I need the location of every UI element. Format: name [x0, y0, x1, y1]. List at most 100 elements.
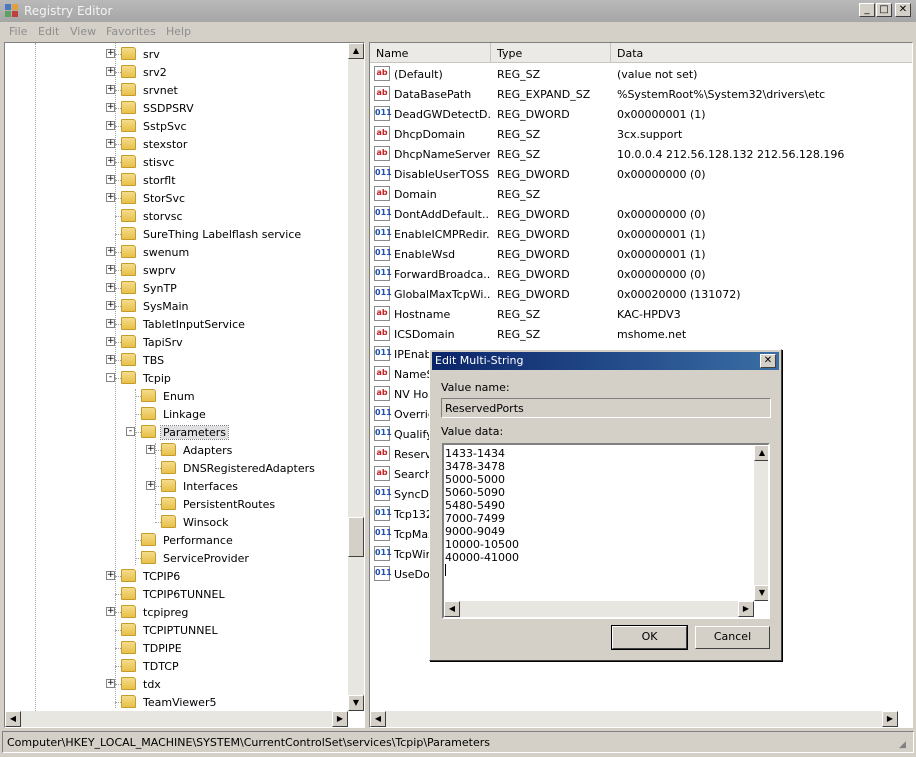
value-row[interactable]: ab DhcpNameServer REG_SZ 10.0.0.4 212.56.12…	[370, 144, 912, 164]
menu-view[interactable]: View	[70, 25, 96, 38]
tree-scroll-up-button[interactable]: ▲	[348, 43, 364, 59]
list-horizontal-scrollbar[interactable]	[370, 711, 898, 727]
tree-node[interactable]: + storflt	[5, 171, 345, 189]
value-row[interactable]: 011 EnableWsd REG_DWORD 0x00000001 (1)	[370, 244, 912, 264]
tree-node[interactable]: SureThing Labelflash service	[5, 225, 345, 243]
tree-node[interactable]: Performance	[5, 531, 345, 549]
collapse-icon[interactable]: -	[126, 427, 135, 436]
tree-node[interactable]: - Parameters	[5, 423, 345, 441]
tree-node[interactable]: + SysMain	[5, 297, 345, 315]
value-row[interactable]: ab DhcpDomain REG_SZ 3cx.support	[370, 124, 912, 144]
expand-icon[interactable]: +	[106, 247, 115, 256]
expand-icon[interactable]: +	[106, 679, 115, 688]
data-vertical-scrollbar[interactable]	[754, 445, 768, 601]
key-tree-pane[interactable]: + srv + srv2 + srvnet + SSDPSRV + SstpSvc + stexsto…	[4, 42, 365, 728]
tree-horizontal-scrollbar[interactable]	[5, 711, 348, 727]
tree-node[interactable]: ServiceProvider	[5, 549, 345, 567]
value-row[interactable]: 011 ForwardBroadca... REG_DWORD 0x00000000 …	[370, 264, 912, 284]
tree-scroll-left-button[interactable]: ◀	[5, 711, 21, 727]
dialog-close-button[interactable]: ✕	[760, 354, 776, 368]
value-row[interactable]: 011 EnableICMPRedir... REG_DWORD 0x00000001…	[370, 224, 912, 244]
expand-icon[interactable]: +	[106, 103, 115, 112]
tree-node[interactable]: storvsc	[5, 207, 345, 225]
tree-node[interactable]: TDTCP	[5, 657, 345, 675]
tree-node[interactable]: + StorSvc	[5, 189, 345, 207]
tree-node[interactable]: + srv2	[5, 63, 345, 81]
tree-node[interactable]: + srvnet	[5, 81, 345, 99]
expand-icon[interactable]: +	[106, 121, 115, 130]
menu-favorites[interactable]: Favorites	[106, 25, 156, 38]
tree-node[interactable]: + TBS	[5, 351, 345, 369]
cancel-button[interactable]: Cancel	[695, 626, 770, 649]
maximize-button[interactable]: □	[876, 3, 892, 17]
tree-node[interactable]: + Interfaces	[5, 477, 345, 495]
expand-icon[interactable]: +	[106, 85, 115, 94]
expand-icon[interactable]: +	[106, 265, 115, 274]
value-row[interactable]: 011 GlobalMaxTcpWi... REG_DWORD 0x00020000 …	[370, 284, 912, 304]
list-scroll-right-button[interactable]: ▶	[882, 711, 898, 727]
column-header-name[interactable]: Name	[370, 43, 491, 63]
value-row[interactable]: ab DataBasePath REG_EXPAND_SZ %SystemRoot%\…	[370, 84, 912, 104]
column-header-type[interactable]: Type	[491, 43, 611, 63]
dialog-title-bar[interactable]: Edit Multi-String ✕	[432, 352, 779, 370]
tree-node[interactable]: + tdx	[5, 675, 345, 693]
data-scroll-down-button[interactable]: ▼	[754, 585, 768, 601]
value-row[interactable]: ab Domain REG_SZ	[370, 184, 912, 204]
value-row[interactable]: 011 DontAddDefault... REG_DWORD 0x00000000 …	[370, 204, 912, 224]
value-row[interactable]: ab (Default) REG_SZ (value not set)	[370, 64, 912, 84]
tree-node[interactable]: Linkage	[5, 405, 345, 423]
tree-node[interactable]: - Tcpip	[5, 369, 345, 387]
menu-file[interactable]: File	[9, 25, 27, 38]
tree-vertical-scrollbar[interactable]	[348, 43, 364, 711]
tree-node[interactable]: TCPIPTUNNEL	[5, 621, 345, 639]
data-scroll-left-button[interactable]: ◀	[444, 601, 460, 617]
value-row[interactable]: ab Hostname REG_SZ KAC-HPDV3	[370, 304, 912, 324]
close-button[interactable]: ✕	[895, 3, 911, 17]
expand-icon[interactable]: +	[106, 571, 115, 580]
title-bar[interactable]: Registry Editor _ □ ✕	[0, 0, 916, 22]
tree-node[interactable]: + Adapters	[5, 441, 345, 459]
expand-icon[interactable]: +	[106, 319, 115, 328]
expand-icon[interactable]: +	[146, 481, 155, 490]
expand-icon[interactable]: +	[106, 139, 115, 148]
tree-node[interactable]: + TabletInputService	[5, 315, 345, 333]
ok-button[interactable]: OK	[611, 625, 688, 650]
tree-node[interactable]: + TCPIP6	[5, 567, 345, 585]
expand-icon[interactable]: +	[106, 175, 115, 184]
data-scroll-right-button[interactable]: ▶	[738, 601, 754, 617]
expand-icon[interactable]: +	[106, 337, 115, 346]
menu-edit[interactable]: Edit	[38, 25, 59, 38]
expand-icon[interactable]: +	[106, 157, 115, 166]
tree-node[interactable]: TeamViewer5	[5, 693, 345, 711]
tree-node[interactable]: + swenum	[5, 243, 345, 261]
expand-icon[interactable]: +	[106, 67, 115, 76]
tree-scroll-down-button[interactable]: ▼	[348, 695, 364, 711]
tree-node[interactable]: + TapiSrv	[5, 333, 345, 351]
value-row[interactable]: ab ICSDomain REG_SZ mshome.net	[370, 324, 912, 344]
data-scroll-up-button[interactable]: ▲	[754, 445, 768, 461]
tree-node[interactable]: TDPIPE	[5, 639, 345, 657]
collapse-icon[interactable]: -	[106, 373, 115, 382]
menu-help[interactable]: Help	[166, 25, 191, 38]
data-horizontal-scrollbar[interactable]	[444, 601, 754, 617]
column-header-data[interactable]: Data	[611, 43, 912, 63]
tree-node[interactable]: + stexstor	[5, 135, 345, 153]
tree-scroll-right-button[interactable]: ▶	[332, 711, 348, 727]
tree-node[interactable]: + SstpSvc	[5, 117, 345, 135]
tree-node[interactable]: + SynTP	[5, 279, 345, 297]
expand-icon[interactable]: +	[106, 49, 115, 58]
tree-node[interactable]: + swprv	[5, 261, 345, 279]
tree-node[interactable]: DNSRegisteredAdapters	[5, 459, 345, 477]
expand-icon[interactable]: +	[106, 193, 115, 202]
tree-node[interactable]: Enum	[5, 387, 345, 405]
tree-node[interactable]: + SSDPSRV	[5, 99, 345, 117]
tree-node[interactable]: TCPIP6TUNNEL	[5, 585, 345, 603]
tree-node[interactable]: Winsock	[5, 513, 345, 531]
list-scroll-left-button[interactable]: ◀	[370, 711, 386, 727]
tree-node[interactable]: + tcpipreg	[5, 603, 345, 621]
resize-grip-icon[interactable]: ◢	[899, 740, 913, 754]
expand-icon[interactable]: +	[106, 283, 115, 292]
expand-icon[interactable]: +	[106, 607, 115, 616]
tree-node[interactable]: PersistentRoutes	[5, 495, 345, 513]
value-data-textarea[interactable]: 1433-1434 3478-3478 5000-5000 5060-5090 5480…	[442, 443, 770, 619]
